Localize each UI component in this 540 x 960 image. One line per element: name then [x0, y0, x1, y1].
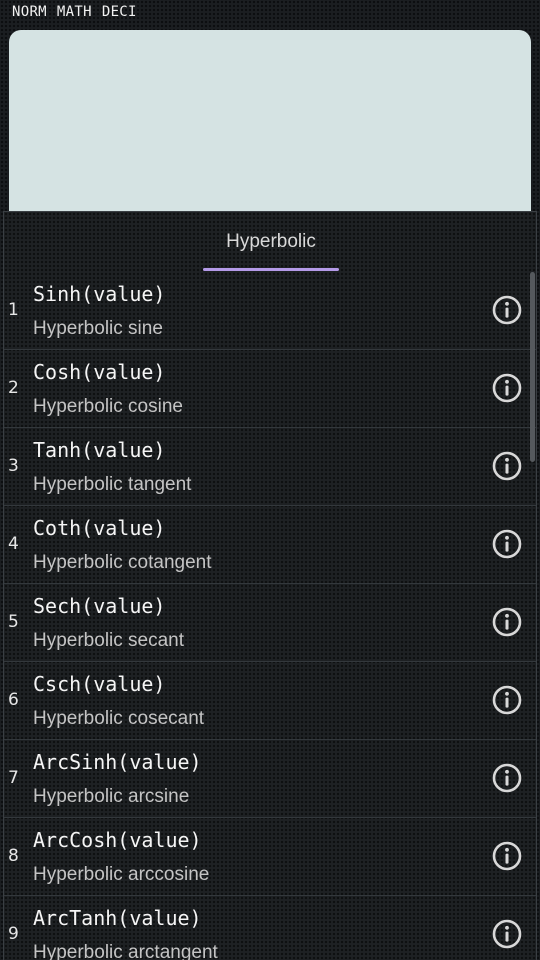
function-row[interactable]: 8 ArcCosh(value) Hyperbolic arccosine: [4, 818, 536, 896]
row-number: 7: [8, 768, 19, 788]
row-number: 5: [8, 612, 19, 632]
function-name: Cosh(value): [33, 360, 166, 384]
info-icon[interactable]: [491, 840, 523, 872]
info-icon[interactable]: [491, 372, 523, 404]
row-number: 3: [8, 456, 19, 476]
function-description: Hyperbolic sine: [33, 318, 163, 339]
info-icon[interactable]: [491, 918, 523, 950]
function-description: Hyperbolic arccosine: [33, 864, 210, 885]
function-catalog-panel: Hyperbolic 1 Sinh(value) Hyperbolic sine…: [3, 211, 537, 960]
function-description: Hyperbolic tangent: [33, 474, 192, 495]
function-description: Hyperbolic secant: [33, 630, 185, 651]
function-description: Hyperbolic cosecant: [33, 708, 205, 729]
function-row[interactable]: 6 Csch(value) Hyperbolic cosecant: [4, 662, 536, 740]
info-icon[interactable]: [491, 606, 523, 638]
info-icon[interactable]: [491, 762, 523, 794]
function-row[interactable]: 4 Coth(value) Hyperbolic cotangent: [4, 506, 536, 584]
function-name: ArcTanh(value): [33, 906, 202, 930]
tab-selected-indicator: [203, 268, 339, 271]
mode-indicator: NORM: [12, 4, 47, 20]
info-icon[interactable]: [491, 684, 523, 716]
function-row[interactable]: 1 Sinh(value) Hyperbolic sine: [4, 272, 536, 350]
function-name: Sech(value): [33, 594, 166, 618]
format-indicator: DECI: [101, 4, 137, 20]
function-description: Hyperbolic arctangent: [33, 942, 218, 960]
function-name: Coth(value): [33, 516, 166, 540]
function-row[interactable]: 7 ArcSinh(value) Hyperbolic arcsine: [4, 740, 536, 818]
function-name: Sinh(value): [33, 282, 166, 306]
function-name: Csch(value): [33, 672, 166, 696]
tab-label: Hyperbolic: [226, 231, 316, 252]
function-row[interactable]: 5 Sech(value) Hyperbolic secant: [4, 584, 536, 662]
row-number: 8: [8, 846, 19, 866]
function-row[interactable]: 2 Cosh(value) Hyperbolic cosine: [4, 350, 536, 428]
row-number: 2: [8, 378, 19, 398]
function-name: ArcCosh(value): [33, 828, 202, 852]
function-row[interactable]: 9 ArcTanh(value) Hyperbolic arctangent: [4, 896, 536, 960]
scrollbar[interactable]: [530, 272, 535, 462]
function-list: 1 Sinh(value) Hyperbolic sine 2 Cosh(val…: [4, 272, 536, 960]
status-bar: NORM MATH DECI: [0, 0, 540, 24]
row-number: 9: [8, 924, 19, 944]
info-icon[interactable]: [491, 528, 523, 560]
row-number: 6: [8, 690, 19, 710]
tab-hyperbolic[interactable]: Hyperbolic: [203, 212, 339, 272]
row-number: 1: [8, 300, 19, 320]
calculator-display[interactable]: [9, 30, 531, 230]
function-name: ArcSinh(value): [33, 750, 202, 774]
info-icon[interactable]: [491, 450, 523, 482]
function-row[interactable]: 3 Tanh(value) Hyperbolic tangent: [4, 428, 536, 506]
info-icon[interactable]: [491, 294, 523, 326]
function-description: Hyperbolic arcsine: [33, 786, 190, 807]
function-description: Hyperbolic cosine: [33, 396, 183, 417]
function-name: Tanh(value): [33, 438, 166, 462]
function-description: Hyperbolic cotangent: [33, 552, 212, 573]
input-indicator: MATH: [56, 4, 92, 20]
row-number: 4: [8, 534, 19, 554]
